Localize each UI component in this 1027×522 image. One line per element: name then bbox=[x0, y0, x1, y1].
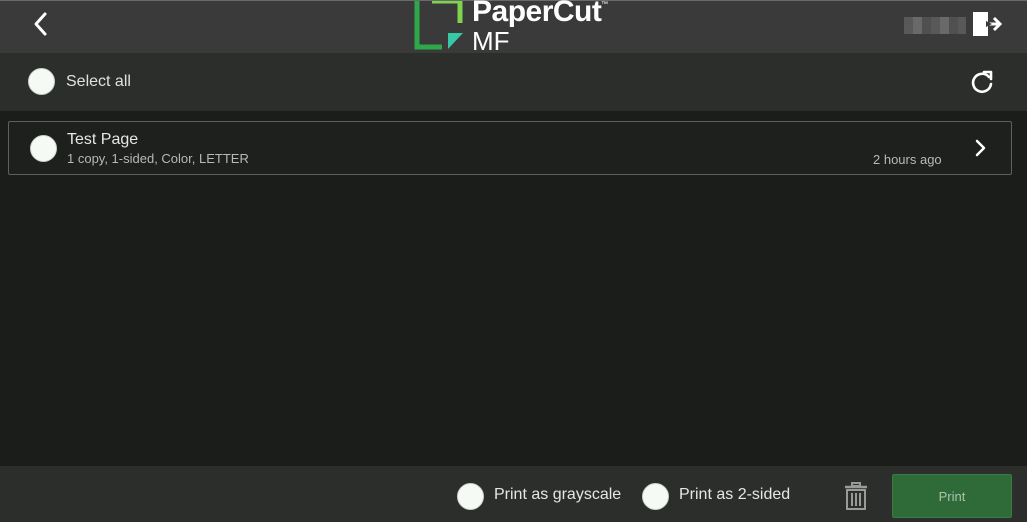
papercut-logo: PaperCut ™ MF bbox=[414, 0, 614, 56]
job-time: 2 hours ago bbox=[873, 152, 942, 167]
logout-icon bbox=[973, 12, 1003, 36]
chevron-right-icon[interactable] bbox=[971, 137, 991, 159]
job-description: 1 copy, 1-sided, Color, LETTER bbox=[67, 151, 249, 166]
papercut-logo-icon bbox=[414, 1, 463, 50]
chevron-left-icon bbox=[34, 12, 47, 36]
two-sided-radio[interactable] bbox=[642, 483, 669, 510]
logout-button[interactable] bbox=[970, 9, 1003, 41]
job-select-radio[interactable] bbox=[30, 135, 57, 162]
grayscale-label: Print as grayscale bbox=[494, 486, 622, 503]
trash-icon bbox=[845, 482, 867, 510]
back-button[interactable] bbox=[24, 8, 56, 40]
job-row[interactable]: Test Page 1 copy, 1-sided, Color, LETTER… bbox=[8, 121, 1012, 175]
two-sided-label: Print as 2-sided bbox=[679, 486, 791, 503]
grayscale-radio[interactable] bbox=[457, 483, 484, 510]
user-name-redacted bbox=[904, 17, 966, 34]
delete-button[interactable] bbox=[843, 482, 869, 510]
logo-trademark: ™ bbox=[601, 1, 608, 8]
logo-wordmark: PaperCut bbox=[472, 0, 602, 28]
select-all-radio[interactable] bbox=[28, 68, 55, 95]
refresh-button[interactable] bbox=[968, 68, 996, 96]
refresh-icon bbox=[971, 70, 993, 94]
select-bar: Select all bbox=[0, 53, 1027, 111]
select-all-label: Select all bbox=[66, 73, 131, 90]
header-bar: PaperCut ™ MF bbox=[0, 0, 1027, 56]
job-title: Test Page bbox=[67, 131, 139, 148]
footer-bar: Print as grayscale Print as 2-sided Prin… bbox=[0, 466, 1027, 522]
print-button[interactable]: Print bbox=[892, 474, 1012, 518]
